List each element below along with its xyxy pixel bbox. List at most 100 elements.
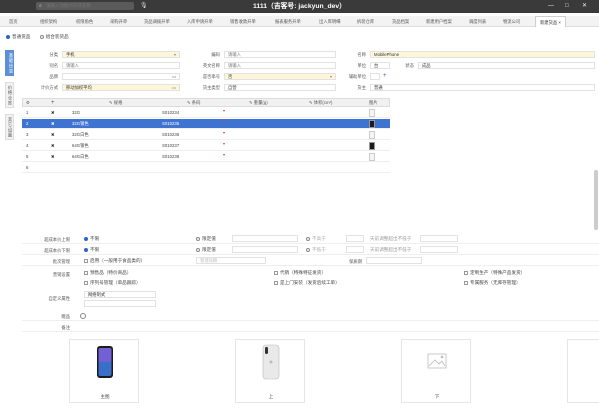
sku-image-thumb[interactable] [369,120,375,128]
lower-fixed-input[interactable] [232,246,298,253]
tab-org[interactable]: 组织架构 [40,16,57,27]
lower-tail-input[interactable] [420,246,458,253]
unit-input[interactable]: 台 [370,62,390,69]
tab-new-goods[interactable]: 新建货品 × [535,16,566,27]
owner-type-select[interactable]: 自营 [224,84,336,91]
cell-code[interactable]: S010234 [162,108,179,118]
english-name-input[interactable] [224,62,336,69]
upper-not-above-radio[interactable]: 不高于 [306,236,326,242]
delete-row-icon[interactable]: ✖ [51,130,55,140]
tab-report[interactable]: 报表服务开单 [275,16,301,27]
custom-attr-network[interactable]: 网络制式 [84,291,156,298]
more-icon[interactable]: ••• [172,85,176,90]
gift-toggle[interactable] [80,313,88,319]
maximize-icon[interactable]: □ [565,2,569,11]
expiry-manage-input[interactable]: 管理效期 [196,257,266,264]
image-card-bottom[interactable]: 下 [401,339,471,403]
close-icon[interactable]: ✕ [582,2,587,11]
cell-code[interactable]: S010236 [162,130,179,140]
aux-unit-input[interactable] [370,73,380,80]
minimize-icon[interactable]: — [548,2,554,11]
delete-row-icon[interactable]: ✖ [51,119,55,129]
table-row[interactable]: 4 ✖ 64G银色 S010237 ▾ [22,141,390,151]
delete-row-icon[interactable]: ✖ [51,141,55,151]
exclusive-service-checkbox[interactable]: 专属服务（无库存管理） [464,280,521,286]
table-row[interactable]: 2 ✖ 32G银色 S010235 ▾ [22,119,390,129]
image-card-top[interactable]: 上 [235,339,305,403]
table-row[interactable]: 6 [22,163,390,173]
lower-fixed-radio[interactable]: 限定值 [196,247,216,253]
sidebar-item-price[interactable]: 价格仓库 [5,82,14,108]
image-upload-icon[interactable] [369,109,375,117]
table-row[interactable]: 5 ✖ 64G白色 S010238 ▾ [22,152,390,162]
cell-code[interactable]: S010235 [162,119,179,129]
install-checkbox[interactable]: 是上门安装（发货后续工单） [274,280,340,286]
shelf-life-select[interactable] [366,257,422,264]
upper-fixed-radio[interactable]: 限定值 [196,236,216,242]
delete-row-icon[interactable]: ✖ [51,152,55,162]
tab-transfer[interactable]: 货品调拨开单 [144,16,170,27]
tab-io-detail[interactable]: 出入库明细 [319,16,340,27]
alias-input[interactable] [62,62,180,69]
code-input[interactable] [224,51,336,58]
batch-checkbox[interactable]: 启用（一般用于食品类的） [84,258,145,264]
add-row-icon[interactable]: + [51,99,55,107]
sku-image-thumb[interactable] [369,142,375,150]
owner-select[interactable]: 普通 [370,84,595,91]
tab-dispatch[interactable]: 调度列表 [469,16,486,27]
upper-fixed-input[interactable] [232,235,298,242]
cell-spec[interactable]: 64G银色 [72,141,89,151]
lower-days-input[interactable] [346,246,364,253]
tab-home[interactable]: 首页 [9,16,18,27]
tab-goods-file[interactable]: 货品档案 [392,16,409,27]
alias-label: 别名 [49,63,58,68]
lower-unlimited-radio[interactable]: 不限 [84,247,99,253]
consign-checkbox[interactable]: 代销（特殊特征发货） [274,270,326,276]
cell-spec[interactable]: 32G [72,108,80,118]
cell-code[interactable]: S010237 [162,141,179,151]
table-row[interactable]: 1 ✖ 32G S010234 ▾ [22,108,390,118]
cell-spec[interactable]: 32G银色 [72,119,89,129]
add-icon[interactable]: + [383,73,387,79]
serial-manage-checkbox[interactable]: 序列号管理（单品跟踪） [84,280,141,286]
custom-made-checkbox[interactable]: 定制生产（特殊产品发货） [464,270,525,276]
tab-roles[interactable]: 权限角色 [76,16,93,27]
sidebar-item-other[interactable]: 其它设置 [5,114,14,140]
tab-warehouse[interactable]: 拆装仓库 [357,16,374,27]
status-select[interactable]: 成品 [418,62,595,69]
image-upload-icon[interactable] [369,131,375,139]
category-select[interactable]: 手机 [62,51,180,58]
brand-select[interactable] [62,73,180,80]
tab-logistics[interactable]: 物流公司 [503,16,520,27]
lower-not-below-radio[interactable]: 不低于 [306,247,326,253]
tab-purchase[interactable]: 采购开单 [110,16,127,27]
more-icon[interactable]: ••• [172,74,176,79]
cell-spec[interactable]: 64G白色 [72,152,89,162]
custom-attr-input[interactable] [84,300,156,307]
tab-close-icon[interactable]: × [558,20,561,25]
upper-tail-input[interactable] [420,235,458,242]
checkbox-icon [84,258,88,263]
upper-unlimited-radio[interactable]: 不限 [84,236,99,242]
table-row[interactable]: 3 ✖ 32G白色 S010236 ▾ [22,130,390,140]
tab-inbound[interactable]: 入库申请开单 [187,16,213,27]
presale-checkbox[interactable]: 预售品（特价商品） [84,270,131,276]
delete-row-icon[interactable]: ✖ [51,108,55,118]
serial-select[interactable]: 否 [224,73,336,80]
image-upload-icon[interactable] [369,153,375,161]
sidebar-item-basic[interactable]: 基础信息 [5,50,14,76]
tab-user-file[interactable]: 新建用户档案 [426,16,452,27]
tab-sales[interactable]: 销售收款开单 [230,16,256,27]
standard-goods-radio[interactable]: 普通货品 [6,34,30,39]
cell-code[interactable]: S010238 [162,152,179,162]
section-sidebar: 基础信息 价格仓库 其它设置 [5,50,14,146]
cell-spec[interactable]: 32G白色 [72,130,89,140]
settings-icon[interactable]: ⚙ [26,99,30,107]
image-card-next[interactable] [567,339,599,403]
name-input[interactable]: MobilePhone [370,51,595,58]
upper-days-input[interactable] [346,235,364,242]
scrollbar[interactable] [594,170,598,230]
image-card-main[interactable]: 主图 [69,339,139,403]
cost-method-select[interactable]: 移动加权平均 [62,84,180,91]
combo-goods-radio[interactable]: 组合装货品 [39,34,69,39]
